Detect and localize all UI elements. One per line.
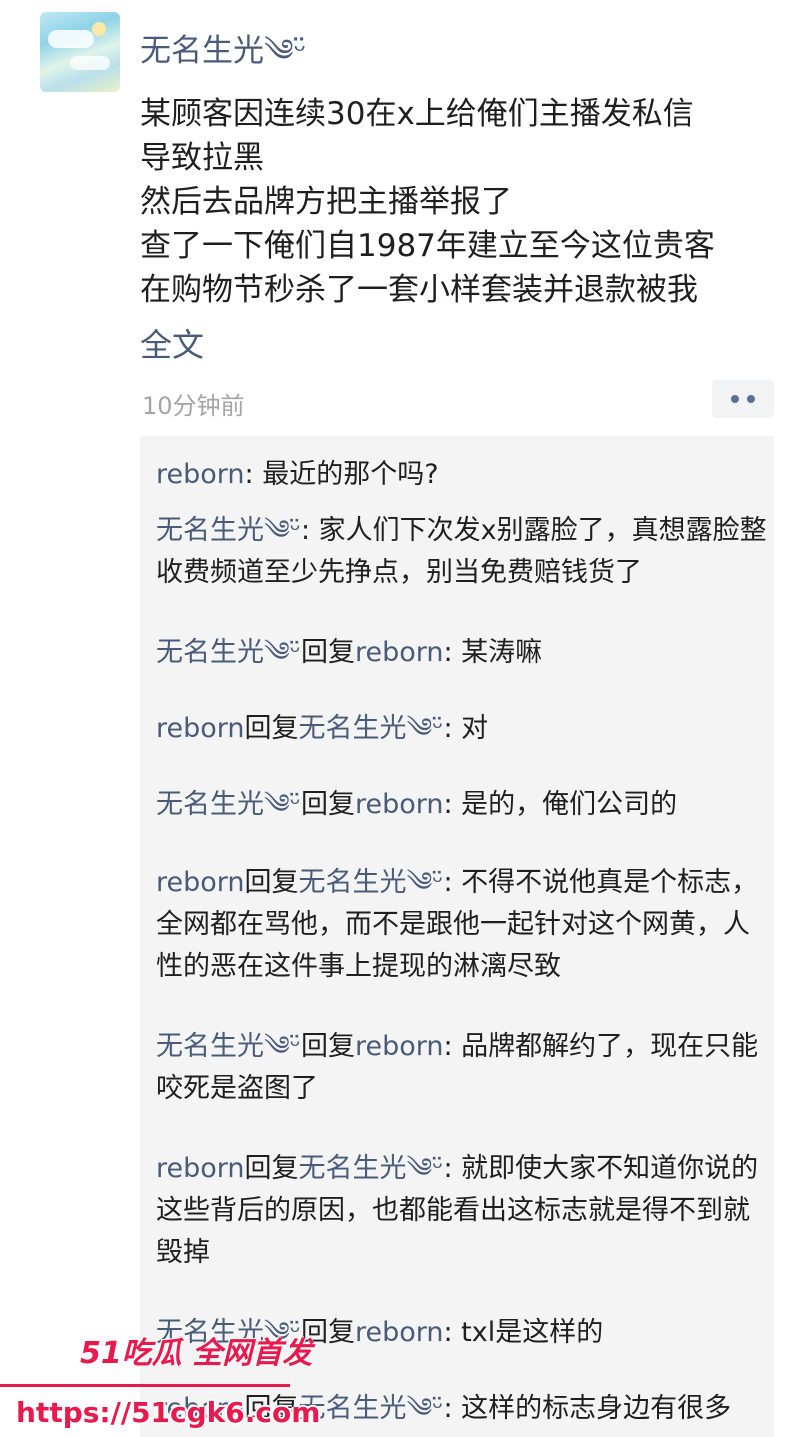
comment-author[interactable]: 无名生光༄ᵕ̈: [156, 1031, 301, 1062]
comment-item[interactable]: reborn回复无名生光༄ᵕ̈: 就即使大家不知道你说的这些背后的原因，也都能看…: [156, 1148, 768, 1274]
post-line: 导致拉黑: [140, 140, 264, 176]
comment-text: 某涛嘛: [461, 637, 543, 668]
avatar-sun-shape: [92, 22, 106, 36]
comment-author[interactable]: 无名生光༄ᵕ̈: [156, 637, 301, 668]
comment-separator: :: [443, 1393, 462, 1424]
reply-target[interactable]: 无名生光༄ᵕ̈: [299, 1153, 444, 1184]
comment-separator: :: [443, 1153, 462, 1184]
post-line: 在购物节秒杀了一套小样套装并退款被我: [140, 272, 698, 308]
comment-author[interactable]: 无名生光༄ᵕ̈: [156, 515, 301, 546]
reply-label: 回复: [244, 1153, 299, 1184]
comment-item[interactable]: 无名生光༄ᵕ̈: 家人们下次发x别露脸了，真想露脸整收费频道至少先挣点，别当免费…: [156, 510, 768, 594]
user-avatar[interactable]: [40, 12, 120, 92]
comment-item[interactable]: reborn回复无名生光༄ᵕ̈: 不得不说他真是个标志，全网都在骂他，而不是跟他…: [156, 862, 768, 988]
reply-target[interactable]: 无名生光༄ᵕ̈: [299, 867, 444, 898]
reply-target[interactable]: 无名生光༄ᵕ̈: [299, 713, 444, 744]
comment-author[interactable]: reborn: [156, 459, 245, 490]
post-timestamp: 10分钟前: [142, 392, 245, 420]
post-line: 查了一下俺们自1987年建立至今这位贵客: [140, 228, 715, 264]
reply-label: 回复: [244, 713, 299, 744]
post-line: 某顾客因连续30在x上给俺们主播发私信: [140, 96, 694, 132]
more-options-button[interactable]: [712, 380, 774, 418]
watermark-logo: 51吃瓜 全网首发: [80, 1336, 313, 1371]
comment-separator: :: [443, 713, 462, 744]
more-dot-icon: [747, 395, 755, 403]
comment-item[interactable]: 无名生光༄ᵕ̈回复reborn: 品牌都解约了，现在只能咬死是盗图了: [156, 1026, 768, 1110]
reply-label: 回复: [244, 867, 299, 898]
reply-label: 回复: [300, 637, 355, 668]
reply-target[interactable]: reborn: [355, 1317, 444, 1348]
reply-label: 回复: [300, 1031, 355, 1062]
comment-separator: :: [443, 1031, 462, 1062]
avatar-cloud-shape: [70, 56, 110, 70]
comment-separator: :: [300, 515, 319, 546]
comment-separator: :: [244, 459, 263, 490]
reply-label: 回复: [300, 789, 355, 820]
comment-item[interactable]: 无名生光༄ᵕ̈回复reborn: 某涛嘛: [156, 632, 768, 674]
comment-author[interactable]: 无名生光༄ᵕ̈: [156, 789, 301, 820]
post-line: 然后去品牌方把主播举报了: [140, 184, 512, 220]
comment-item[interactable]: 无名生光༄ᵕ̈回复reborn: 是的，俺们公司的: [156, 784, 768, 826]
reply-target[interactable]: reborn: [355, 1031, 444, 1062]
post-body: 某顾客因连续30在x上给俺们主播发私信 导致拉黑 然后去品牌方把主播举报了 查了…: [140, 92, 780, 312]
comment-text: 是的，俺们公司的: [461, 789, 678, 820]
watermark-divider: [0, 1384, 290, 1387]
comment-text: 最近的那个吗?: [262, 459, 439, 490]
more-dot-icon: [731, 395, 739, 403]
comment-author[interactable]: reborn: [156, 1153, 245, 1184]
comment-separator: :: [443, 637, 462, 668]
reply-target[interactable]: reborn: [355, 789, 444, 820]
comment-item[interactable]: reborn: 最近的那个吗?: [156, 454, 768, 496]
avatar-cloud-shape: [48, 30, 94, 48]
comment-separator: :: [443, 789, 462, 820]
comment-author[interactable]: reborn: [156, 867, 245, 898]
comment-author[interactable]: reborn: [156, 713, 245, 744]
comment-text: 这样的标志身边有很多: [461, 1393, 732, 1424]
comment-text: 对: [461, 713, 489, 744]
watermark-url: https://51cgk6.com: [16, 1396, 321, 1429]
comment-separator: :: [443, 1317, 462, 1348]
full-text-link[interactable]: 全文: [140, 320, 204, 366]
comment-item[interactable]: reborn回复无名生光༄ᵕ̈: 对: [156, 708, 768, 750]
comment-text: txl是这样的: [461, 1317, 604, 1348]
comment-list: reborn: 最近的那个吗? 无名生光༄ᵕ̈: 家人们下次发x别露脸了，真想露…: [140, 436, 774, 1437]
reply-target[interactable]: reborn: [355, 637, 444, 668]
post-author-name[interactable]: 无名生光༄ᵕ̈: [140, 16, 306, 103]
comment-separator: :: [443, 867, 462, 898]
